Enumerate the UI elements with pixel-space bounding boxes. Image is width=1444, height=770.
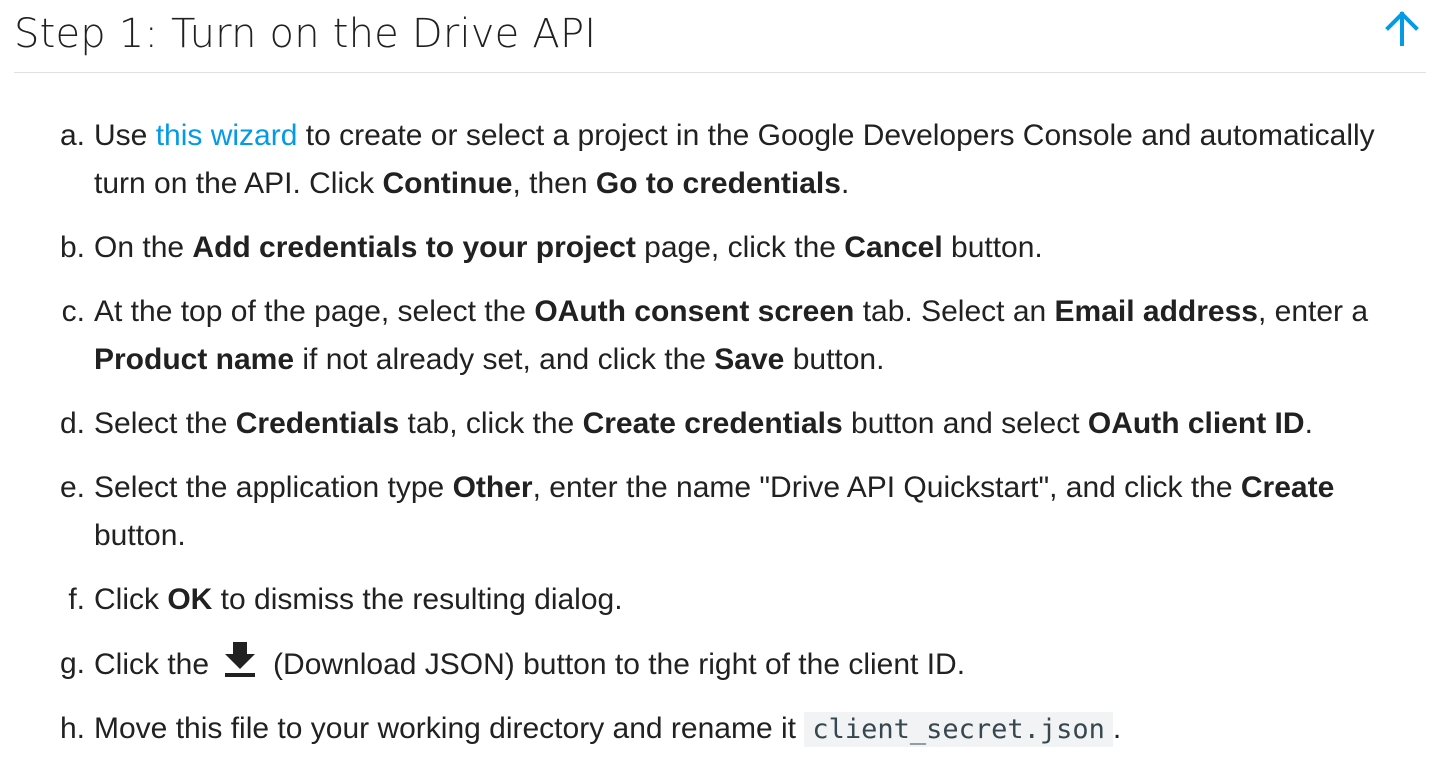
bold-term: Credentials	[235, 407, 400, 440]
step-text: Move this file to your working directory…	[94, 712, 805, 745]
step-text: On the	[94, 231, 193, 264]
wizard-link[interactable]: this wizard	[156, 119, 298, 152]
download-icon	[225, 642, 256, 677]
step-text: button.	[784, 343, 885, 376]
step-text: tab. Select an	[854, 295, 1055, 328]
instruction-list: a. Use this wizard to create or select a…	[0, 112, 1444, 770]
list-item-b: b. On the Add credentials to your projec…	[0, 224, 1444, 272]
step-text: Click	[94, 583, 168, 616]
list-item-c: c. At the top of the page, select the OA…	[0, 288, 1444, 384]
step-text: , enter the name "Drive API Quickstart",…	[532, 471, 1241, 504]
bold-term: OK	[167, 583, 213, 616]
list-marker: c.	[61, 295, 85, 328]
step-text: Click the	[94, 648, 210, 681]
step-text: .	[840, 167, 850, 200]
list-marker: g.	[59, 647, 85, 680]
bold-term: Continue	[382, 167, 513, 200]
bold-term: Go to credentials	[595, 167, 841, 200]
step-text: to dismiss the resulting dialog.	[212, 583, 623, 616]
bold-term: Save	[714, 343, 785, 376]
page-title: Step 1: Turn on the Drive API	[14, 11, 597, 57]
list-marker: d.	[59, 407, 85, 440]
step-text: Select the	[94, 407, 236, 440]
step-text: Use	[94, 119, 156, 152]
list-item-h: h. Move this file to your working direct…	[0, 705, 1444, 754]
filename-code: client_secret.json	[804, 712, 1113, 747]
bold-term: Add credentials to your project	[192, 231, 636, 264]
bold-term: Cancel	[844, 231, 943, 264]
step-text: button.	[94, 519, 186, 552]
bold-term: OAuth consent screen	[534, 295, 855, 328]
list-item-a: a. Use this wizard to create or select a…	[0, 112, 1444, 208]
bold-term: Create credentials	[582, 407, 843, 440]
section-header: Step 1: Turn on the Drive API	[14, 0, 1426, 73]
bold-term: Product name	[94, 343, 295, 376]
list-marker: h.	[59, 712, 85, 745]
step-text: (Download JSON) button to the right of t…	[273, 648, 966, 681]
step-text: Select the application type	[94, 471, 453, 504]
step-text: At the top of the page, select the	[94, 295, 535, 328]
list-marker: f.	[68, 583, 85, 616]
step-text: page, click the	[635, 231, 845, 264]
list-marker: a.	[59, 119, 85, 152]
step-text: if not already set, and click the	[294, 343, 715, 376]
bold-term: Create	[1240, 471, 1335, 504]
list-item-e: e. Select the application type Other, en…	[0, 464, 1444, 560]
step-text: .	[1112, 712, 1122, 745]
step-text: button and select	[842, 407, 1088, 440]
list-marker: e.	[59, 471, 85, 504]
step-text: .	[1304, 407, 1313, 440]
step-text: tab, click the	[399, 407, 583, 440]
list-item-f: f. Click OK to dismiss the resulting dia…	[0, 576, 1444, 624]
back-to-top-link[interactable]	[1384, 8, 1420, 48]
list-item-g: g. Click the (Download JSON) button to th…	[0, 640, 1444, 689]
step-text: , then	[512, 167, 596, 200]
bold-term: Email address	[1054, 295, 1258, 328]
list-item-d: d. Select the Credentials tab, click the…	[0, 400, 1444, 448]
bold-term: OAuth client ID	[1087, 407, 1305, 440]
bold-term: Other	[452, 471, 533, 504]
arrow-up-icon	[1385, 11, 1419, 46]
list-marker: b.	[59, 231, 85, 264]
step-text: , enter a	[1257, 295, 1369, 328]
step-text: button.	[942, 231, 1043, 264]
